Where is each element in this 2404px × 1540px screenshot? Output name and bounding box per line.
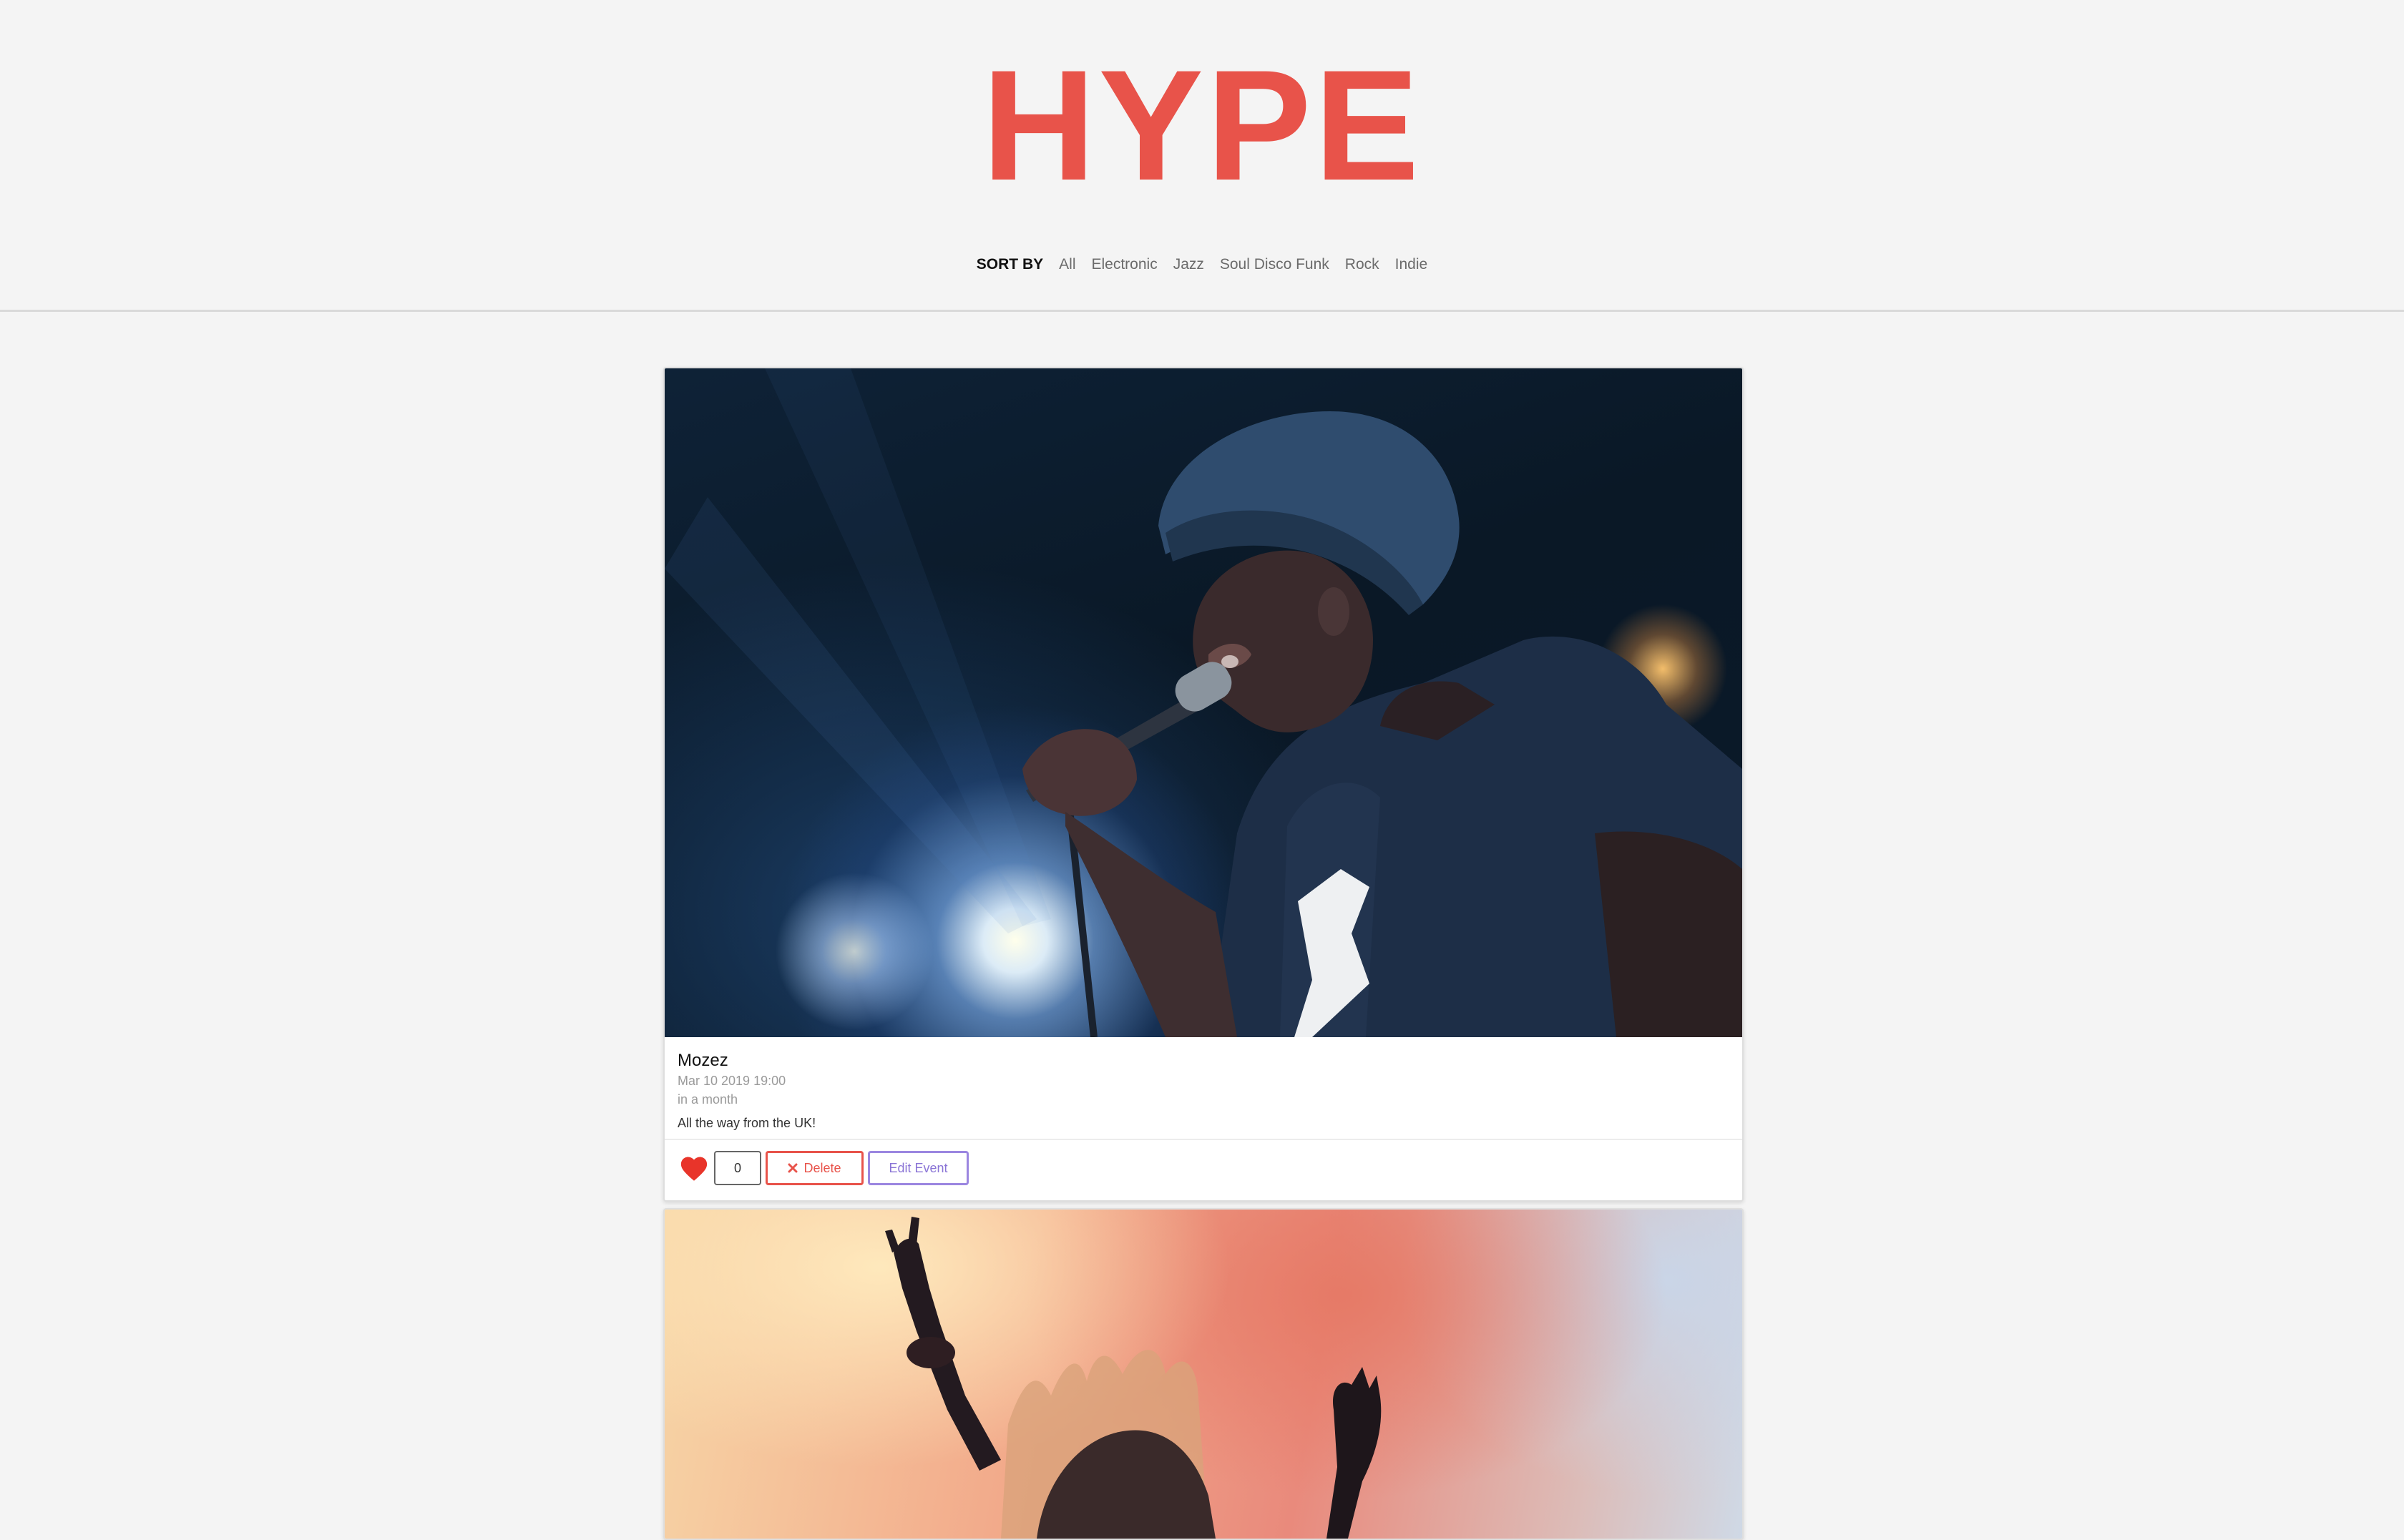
heart-icon (680, 1157, 708, 1181)
sort-option-indie[interactable]: Indie (1395, 256, 1428, 273)
event-actions: 0 Delete Edit Event (665, 1140, 1742, 1196)
event-title: Mozez (678, 1051, 728, 1070)
site-logo[interactable]: HYPE (0, 36, 2404, 215)
sort-by-label: SORT BY (976, 256, 1044, 273)
event-card: Mozez Mar 10 2019 19:00 in a month All t… (663, 367, 1744, 1202)
event-image (665, 1210, 1742, 1539)
event-image (665, 368, 1742, 1037)
event-details: Mozez Mar 10 2019 19:00 in a month All t… (665, 1037, 1742, 1140)
sort-option-soul-disco-funk[interactable]: Soul Disco Funk (1220, 256, 1329, 273)
event-date: Mar 10 2019 19:00 (678, 1074, 786, 1088)
event-description: All the way from the UK! (678, 1116, 816, 1130)
event-relative-time: in a month (678, 1092, 738, 1107)
sort-option-electronic[interactable]: Electronic (1091, 256, 1157, 273)
sort-option-rock[interactable]: Rock (1345, 256, 1379, 273)
delete-label: Delete (803, 1160, 841, 1175)
site-header: HYPE SORT BY All Electronic Jazz Soul Di… (0, 0, 2404, 312)
close-icon (788, 1163, 798, 1173)
singer-photo (665, 368, 1742, 1037)
sort-option-all[interactable]: All (1059, 256, 1075, 273)
sort-option-jazz[interactable]: Jazz (1173, 256, 1204, 273)
edit-event-label: Edit Event (889, 1160, 948, 1175)
edit-event-button[interactable]: Edit Event (868, 1151, 969, 1185)
event-card (663, 1208, 1744, 1540)
crowd-photo (885, 1217, 1382, 1539)
delete-button[interactable]: Delete (766, 1151, 864, 1185)
like-button[interactable] (678, 1152, 710, 1184)
like-count: 0 (714, 1151, 761, 1185)
sort-nav: SORT BY All Electronic Jazz Soul Disco F… (0, 256, 2404, 273)
